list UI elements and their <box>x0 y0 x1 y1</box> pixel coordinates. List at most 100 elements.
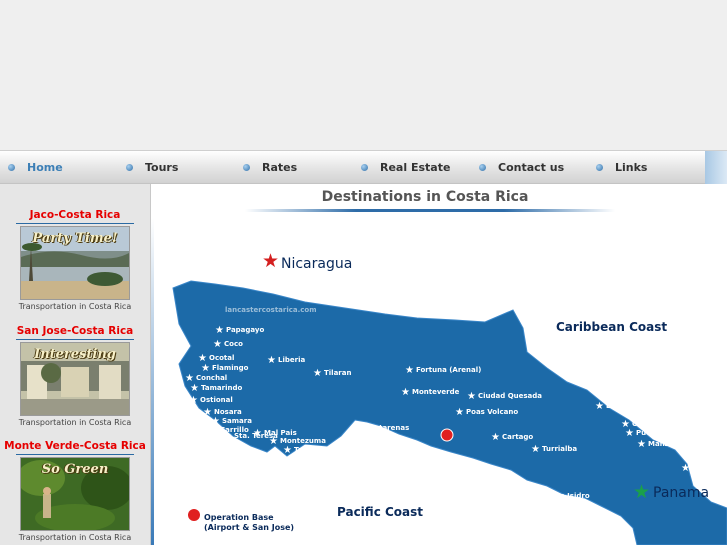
destination-label: Turrialba <box>542 445 577 453</box>
title-underline <box>245 209 615 212</box>
divider <box>16 454 134 455</box>
bullet-icon <box>361 164 368 171</box>
destination-star-icon: ★ <box>269 436 278 447</box>
destination-label: Coco <box>224 340 243 348</box>
sidebar-item-subtitle: Transportation in Costa Rica <box>18 302 132 311</box>
nav-links-label: Links <box>615 161 648 174</box>
destination-star-icon: ★ <box>215 325 224 336</box>
destination-star-icon: ★ <box>491 432 500 443</box>
destination-label: Caldera <box>366 432 396 440</box>
destination-star-icon: ★ <box>189 395 198 406</box>
sidebar-item-title[interactable]: San Jose-Costa Rica <box>0 324 150 338</box>
sidebar-item-subtitle: Transportation in Costa Rica <box>18 418 132 427</box>
san-jose-thumbnail[interactable]: Interesting <box>20 342 130 416</box>
country-star-icon: ★ <box>262 250 279 272</box>
destination-label: Flamingo <box>212 364 249 372</box>
nav-links[interactable]: Links <box>596 161 647 174</box>
destination-label: Montezuma <box>280 437 326 445</box>
destination-label: Samara <box>222 417 252 425</box>
thumbnail-caption: So Green <box>41 462 109 477</box>
top-banner <box>0 0 727 150</box>
sidebar: Jaco-Costa Rica Party Time! Transportati… <box>0 184 151 545</box>
map-watermark: lancastercostarica.com <box>225 306 317 314</box>
destination-star-icon: ★ <box>455 407 464 418</box>
divider <box>16 339 134 340</box>
destination-label: Ciudad Quesada <box>478 392 542 400</box>
nav-tours[interactable]: Tours <box>126 161 178 174</box>
sidebar-item-san-jose[interactable]: San Jose-Costa Rica Interesting Transpor… <box>0 324 150 427</box>
destination-star-icon: ★ <box>637 439 646 450</box>
destination-label: Horradura <box>370 446 411 454</box>
bullet-icon <box>126 164 133 171</box>
destination-label: Sixaola <box>692 464 721 472</box>
destination-label: Ocotal <box>209 354 234 362</box>
nav-real-estate-label: Real Estate <box>380 161 451 174</box>
destination-star-icon: ★ <box>201 363 210 374</box>
destination-label: Conchal <box>196 374 227 382</box>
destination-label: Fortuna (Arenal) <box>416 366 481 374</box>
destination-star-icon: ★ <box>467 391 476 402</box>
destination-star-icon: ★ <box>539 491 548 502</box>
map-watermark: lancastercostarica.com <box>415 539 507 545</box>
panama-star-icon: ★ <box>633 481 650 503</box>
destination-star-icon: ★ <box>463 496 472 507</box>
destination-label: Monteverde <box>412 388 460 396</box>
destination-label: Cahuita <box>632 420 663 428</box>
destination-label: Esterillos <box>418 478 455 486</box>
destination-star-icon: ★ <box>223 431 232 442</box>
nav-rates[interactable]: Rates <box>243 161 297 174</box>
bullet-icon <box>596 164 603 171</box>
destination-label: Cartago <box>502 433 533 441</box>
destination-star-icon: ★ <box>253 428 262 439</box>
destination-star-icon: ★ <box>625 428 634 439</box>
destination-label: Limon <box>606 402 630 410</box>
nav-endcap <box>705 151 727 184</box>
sidebar-item-jaco[interactable]: Jaco-Costa Rica Party Time! Transportati… <box>0 208 150 311</box>
nav-home[interactable]: Home <box>8 161 63 174</box>
destination-star-icon: ★ <box>407 477 416 488</box>
sidebar-item-title[interactable]: Monte Verde-Costa Rica <box>0 439 150 453</box>
destination-label: San Isidro <box>550 492 590 500</box>
destination-label: Liberia <box>278 356 305 364</box>
destination-label: Tortuguero <box>556 356 600 364</box>
sidebar-item-monte-verde[interactable]: Monte Verde-Costa Rica So Green Transpor… <box>0 439 150 542</box>
nav-tours-label: Tours <box>145 161 179 174</box>
destination-star-icon: ★ <box>355 431 364 442</box>
main-navigation: Home Tours Rates Real Estate Contact us … <box>0 150 727 184</box>
destination-label: Papagayo <box>226 326 264 334</box>
destination-star-icon: ★ <box>223 271 232 282</box>
monte-verde-thumbnail[interactable]: So Green <box>20 457 130 531</box>
destination-label: Puerto Viejo <box>636 429 685 437</box>
nav-contact[interactable]: Contact us <box>479 161 564 174</box>
nav-real-estate[interactable]: Real Estate <box>361 161 450 174</box>
destination-star-icon: ★ <box>681 463 690 474</box>
jaco-thumbnail[interactable]: Party Time! <box>20 226 130 300</box>
nav-home-label: Home <box>27 161 63 174</box>
destination-label: Tamarindo <box>201 384 242 392</box>
bullet-icon <box>243 164 250 171</box>
destination-label: Ostional <box>200 396 233 404</box>
sidebar-item-title[interactable]: Jaco-Costa Rica <box>0 208 150 222</box>
bullet-icon <box>8 164 15 171</box>
destination-label: Nicaragua Border <box>234 272 304 280</box>
destination-star-icon: ★ <box>190 383 199 394</box>
destination-star-icon: ★ <box>359 445 368 456</box>
destination-star-icon: ★ <box>401 387 410 398</box>
bullet-icon <box>479 164 486 171</box>
destination-star-icon: ★ <box>445 489 454 500</box>
country-panama: Panama <box>653 485 709 501</box>
destination-label: Dominical <box>474 497 513 505</box>
thumbnail-caption: Interesting <box>34 347 116 362</box>
legend-operation-base: Operation Base <box>204 513 274 522</box>
sidebar-item-subtitle: Transportation in Costa Rica <box>18 533 132 542</box>
destination-label: Manzanillo <box>648 440 691 448</box>
nav-rates-label: Rates <box>262 161 298 174</box>
page-title: Destinations in Costa Rica <box>321 189 529 205</box>
thumbnail-caption: Party Time! <box>32 231 118 246</box>
destination-star-icon: ★ <box>369 463 378 474</box>
destination-star-icon: ★ <box>395 469 404 480</box>
destination-star-icon: ★ <box>283 445 292 456</box>
destination-label: Poas Volcano <box>466 408 518 416</box>
legend-operation-base-detail: (Airport & San Jose) <box>204 523 294 532</box>
destination-star-icon: ★ <box>595 401 604 412</box>
